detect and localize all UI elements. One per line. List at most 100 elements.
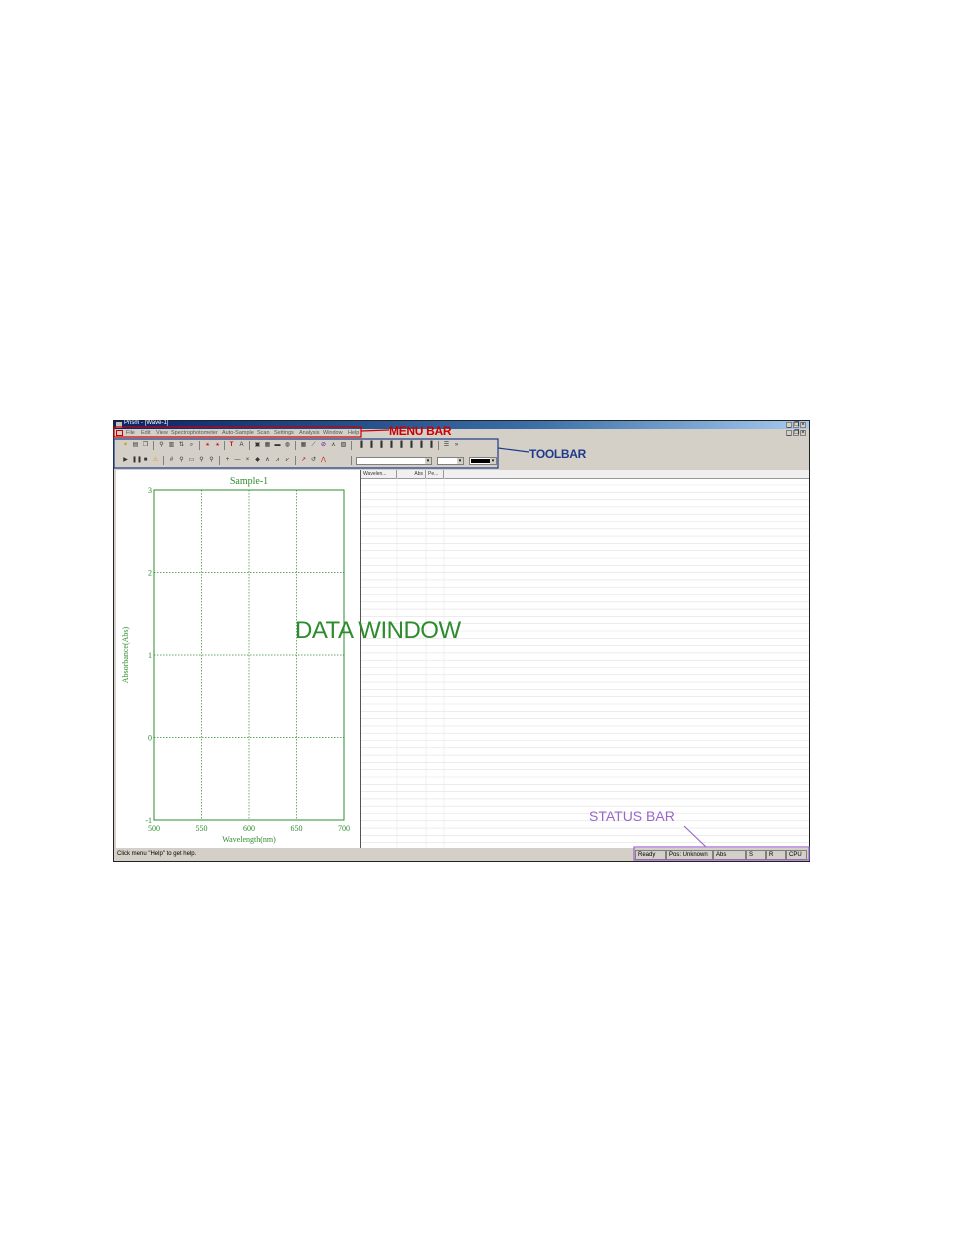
menu-edit[interactable]: Edit [141,430,150,436]
crosshair-icon[interactable]: + [224,457,231,464]
status-mode: Abs [713,850,746,860]
mark-icon[interactable]: ⚹ [204,442,211,449]
zoom-minus-icon[interactable]: ⚲ [208,457,215,464]
bar4-icon[interactable]: ▐ [387,442,394,449]
play-icon[interactable]: ▶ [122,457,129,464]
child-minimize-button[interactable]: _ [786,430,792,436]
color-swatch [471,459,490,463]
peak-up-icon[interactable]: ∧ [264,457,271,464]
mark2-icon[interactable]: ⚹ [214,442,221,449]
rotate-icon[interactable]: ↺ [310,457,317,464]
save-icon[interactable]: ▣ [254,442,261,449]
series-select[interactable]: ▾ [356,457,432,465]
bar7-icon[interactable]: ▐ [417,442,424,449]
disk-icon[interactable]: ◍ [284,442,291,449]
column-wavelength[interactable]: Wavelen... [361,470,397,478]
status-ready: Ready [635,850,666,860]
toolbar-row-2: ▶ ❚❚ ■ ⚠ # ⚲ ▭ ⚲ ⚲ + — × ◆ ∧ ⩘ ⩗ ↗ ↺ ⋀ ▾… [114,455,809,467]
menu-file[interactable]: File [126,430,135,436]
bar6-icon[interactable]: ▐ [407,442,414,449]
menu-analysis[interactable]: Analysis [299,430,319,436]
status-bar: Click menu "Help" to get help. Ready Pos… [114,849,809,861]
data-icon[interactable]: ▥ [168,442,175,449]
stop-square-icon[interactable]: ■ [142,457,149,464]
y-axis-label: Absorbance(Abs) [121,626,130,683]
bar8-icon[interactable]: ▐ [427,442,434,449]
x-tick-label: 650 [291,824,303,833]
minimize-button[interactable]: _ [786,422,792,428]
warning-icon[interactable]: ⚠ [152,457,159,464]
cross-icon[interactable]: × [244,457,251,464]
chevron-down-icon: ▾ [490,458,496,464]
y-tick-label: -1 [145,816,152,825]
menu-help[interactable]: Help [348,430,359,436]
peak-pick-icon[interactable]: ⩗ [284,457,291,464]
chevron-down-icon: ▾ [457,458,463,464]
bar3-icon[interactable]: ▐ [377,442,384,449]
table-icon[interactable]: ▦ [300,442,307,449]
label-icon[interactable]: ⋀ [320,457,327,464]
more-icon[interactable]: » [453,442,460,449]
peak-mark-icon[interactable]: ↗ [300,457,307,464]
status-reference: R [766,850,786,860]
zoom-icon[interactable]: ⚲ [158,442,165,449]
data-table[interactable]: Wavelen... Abs Pe... [361,470,809,848]
document-icon[interactable] [116,430,123,436]
close-button[interactable]: × [800,422,806,428]
text-icon[interactable]: T [228,442,235,449]
menu-auto-sample[interactable]: Auto-Sample [222,430,254,436]
export-icon[interactable]: ▨ [340,442,347,449]
menu-window[interactable]: Window [323,430,343,436]
title-bar[interactable]: Prism - [Wave-1] _ ❐ × [114,420,809,429]
maximize-button[interactable]: ❐ [793,422,799,428]
chart-icon[interactable]: ⟋ [310,442,317,449]
child-restore-button[interactable]: ❐ [793,430,799,436]
dot-icon[interactable]: ◆ [254,457,261,464]
x-tick-label: 600 [243,824,255,833]
menu-settings[interactable]: Settings [274,430,294,436]
status-cpu: CPU [786,850,807,860]
x-tick-label: 500 [148,824,160,833]
find-icon[interactable]: ⌕ [188,442,195,449]
application-window: Prism - [Wave-1] _ ❐ × File Edit View Sp… [113,420,810,862]
peak-icon[interactable]: ⋏ [330,442,337,449]
hline-icon[interactable]: — [234,457,241,464]
bar2-icon[interactable]: ▐ [367,442,374,449]
y-tick-label: 1 [148,651,152,660]
open-icon[interactable]: ▦ [264,442,271,449]
new-icon[interactable]: ✶ [122,442,129,449]
child-close-button[interactable]: × [800,430,806,436]
status-sample: S [746,850,766,860]
folder-icon[interactable]: ▬ [274,442,281,449]
print-icon[interactable]: ▤ [132,442,139,449]
column-abs[interactable]: Abs [397,470,426,478]
zoom-box-icon[interactable]: ▭ [188,457,195,464]
color-select[interactable]: ▾ [469,457,497,465]
grid-icon[interactable]: # [168,457,175,464]
y-tick-label: 0 [148,734,152,743]
list-icon[interactable]: ☰ [443,442,450,449]
menu-view[interactable]: View [156,430,168,436]
column-peak[interactable]: Pe... [426,470,444,478]
peak-down-icon[interactable]: ⩘ [274,457,281,464]
copy-icon[interactable]: ❐ [142,442,149,449]
table-rows [361,478,809,848]
width-select[interactable]: ▾ [437,457,464,465]
font-icon[interactable]: A [238,442,245,449]
menu-spectrophotometer[interactable]: Spectrophotometer [171,430,218,436]
chevron-down-icon: ▾ [425,458,431,464]
zoom-plus-icon[interactable]: ⚲ [198,457,205,464]
bar1-icon[interactable]: ▐ [357,442,364,449]
bar5-icon[interactable]: ▐ [397,442,404,449]
stop-icon[interactable]: ⊘ [320,442,327,449]
graph-pane[interactable]: 500 550 600 650 700 3 2 1 0 -1 Sample-1 Wavelength(… [116,470,361,848]
zoom-in-icon[interactable]: ⚲ [178,457,185,464]
status-position: Pos: Unknown [666,850,713,860]
x-tick-label: 700 [338,824,350,833]
window-title: Prism - [Wave-1] [124,420,169,426]
toolbar-row-1: ✶ ▤ ❐ ⚲ ▥ ⇅ ⌕ ⚹ ⚹ T A ▣ ▦ ▬ ◍ ▦ ⟋ ⊘ ⋏ ▨ … [114,440,809,452]
app-icon [116,422,122,428]
menu-scan[interactable]: Scan [257,430,270,436]
pause-icon[interactable]: ❚❚ [132,457,142,464]
sort-icon[interactable]: ⇅ [178,442,185,449]
